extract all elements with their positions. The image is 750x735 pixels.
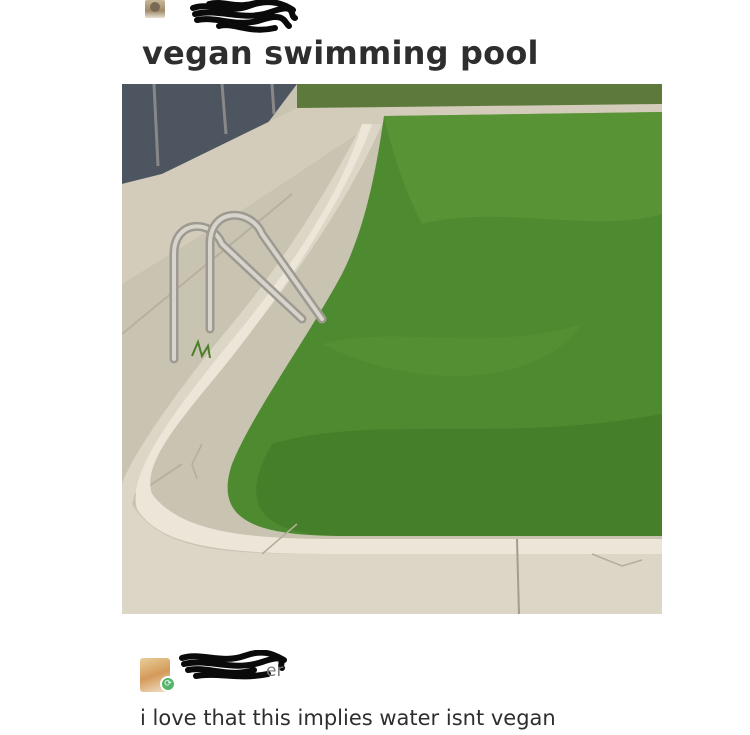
post-header (145, 0, 345, 36)
author-avatar[interactable] (145, 0, 165, 18)
pool-ladder-photo (122, 84, 662, 614)
post-photo (122, 84, 662, 614)
reply-text: i love that this implies water isnt vega… (140, 706, 556, 730)
reply: ⟳ er i love that this implies water isnt… (140, 650, 600, 730)
reply-author-name[interactable]: er (266, 661, 283, 681)
post-title: vegan swimming pool (142, 34, 539, 72)
redaction-scribble (190, 0, 298, 33)
reblog-badge-icon: ⟳ (160, 676, 176, 692)
